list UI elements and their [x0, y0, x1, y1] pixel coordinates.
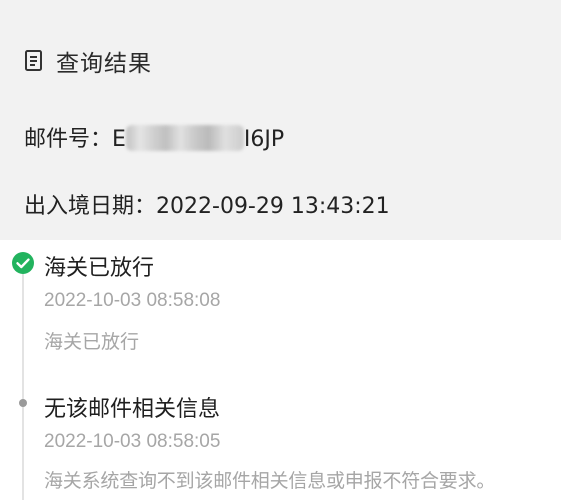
entry-exit-date-value: 2022-09-29 13:43:21 — [156, 194, 390, 219]
entry-exit-date-label: 出入境日期： — [24, 194, 157, 219]
timeline-event-description: 海关系统查询不到该邮件相关信息或申报不符合要求。 — [44, 470, 496, 492]
mail-number-suffix: I6JP — [243, 127, 285, 152]
entry-exit-date-row: 出入境日期：2022-09-29 13:43:21 — [24, 188, 390, 220]
timeline-event-title: 海关已放行 — [44, 256, 155, 281]
timeline-event-title: 无该邮件相关信息 — [44, 397, 221, 422]
timeline-event-time: 2022-10-03 08:58:05 — [44, 431, 221, 452]
result-summary-panel: 查询结果 邮件号：E I6JP 出入境日期：2022-09-29 13:43:21 — [0, 0, 561, 240]
timeline-event-time: 2022-10-03 08:58:08 — [44, 290, 221, 311]
check-circle-icon — [12, 252, 34, 274]
status-timeline: 海关已放行 2022-10-03 08:58:08 海关已放行 无该邮件相关信息… — [0, 240, 561, 500]
mail-number-prefix: E — [112, 127, 126, 152]
mail-number-row: 邮件号：E I6JP — [24, 121, 284, 153]
timeline-event-description: 海关已放行 — [44, 331, 140, 353]
mail-number-value[interactable]: E I6JP — [112, 125, 284, 152]
page-title: 查询结果 — [56, 51, 152, 77]
result-header: 查询结果 — [24, 44, 152, 78]
dot-icon — [19, 399, 27, 407]
redaction-blur — [125, 125, 244, 151]
mail-number-label: 邮件号： — [24, 127, 113, 152]
document-icon — [25, 50, 42, 71]
timeline-line — [22, 272, 24, 500]
